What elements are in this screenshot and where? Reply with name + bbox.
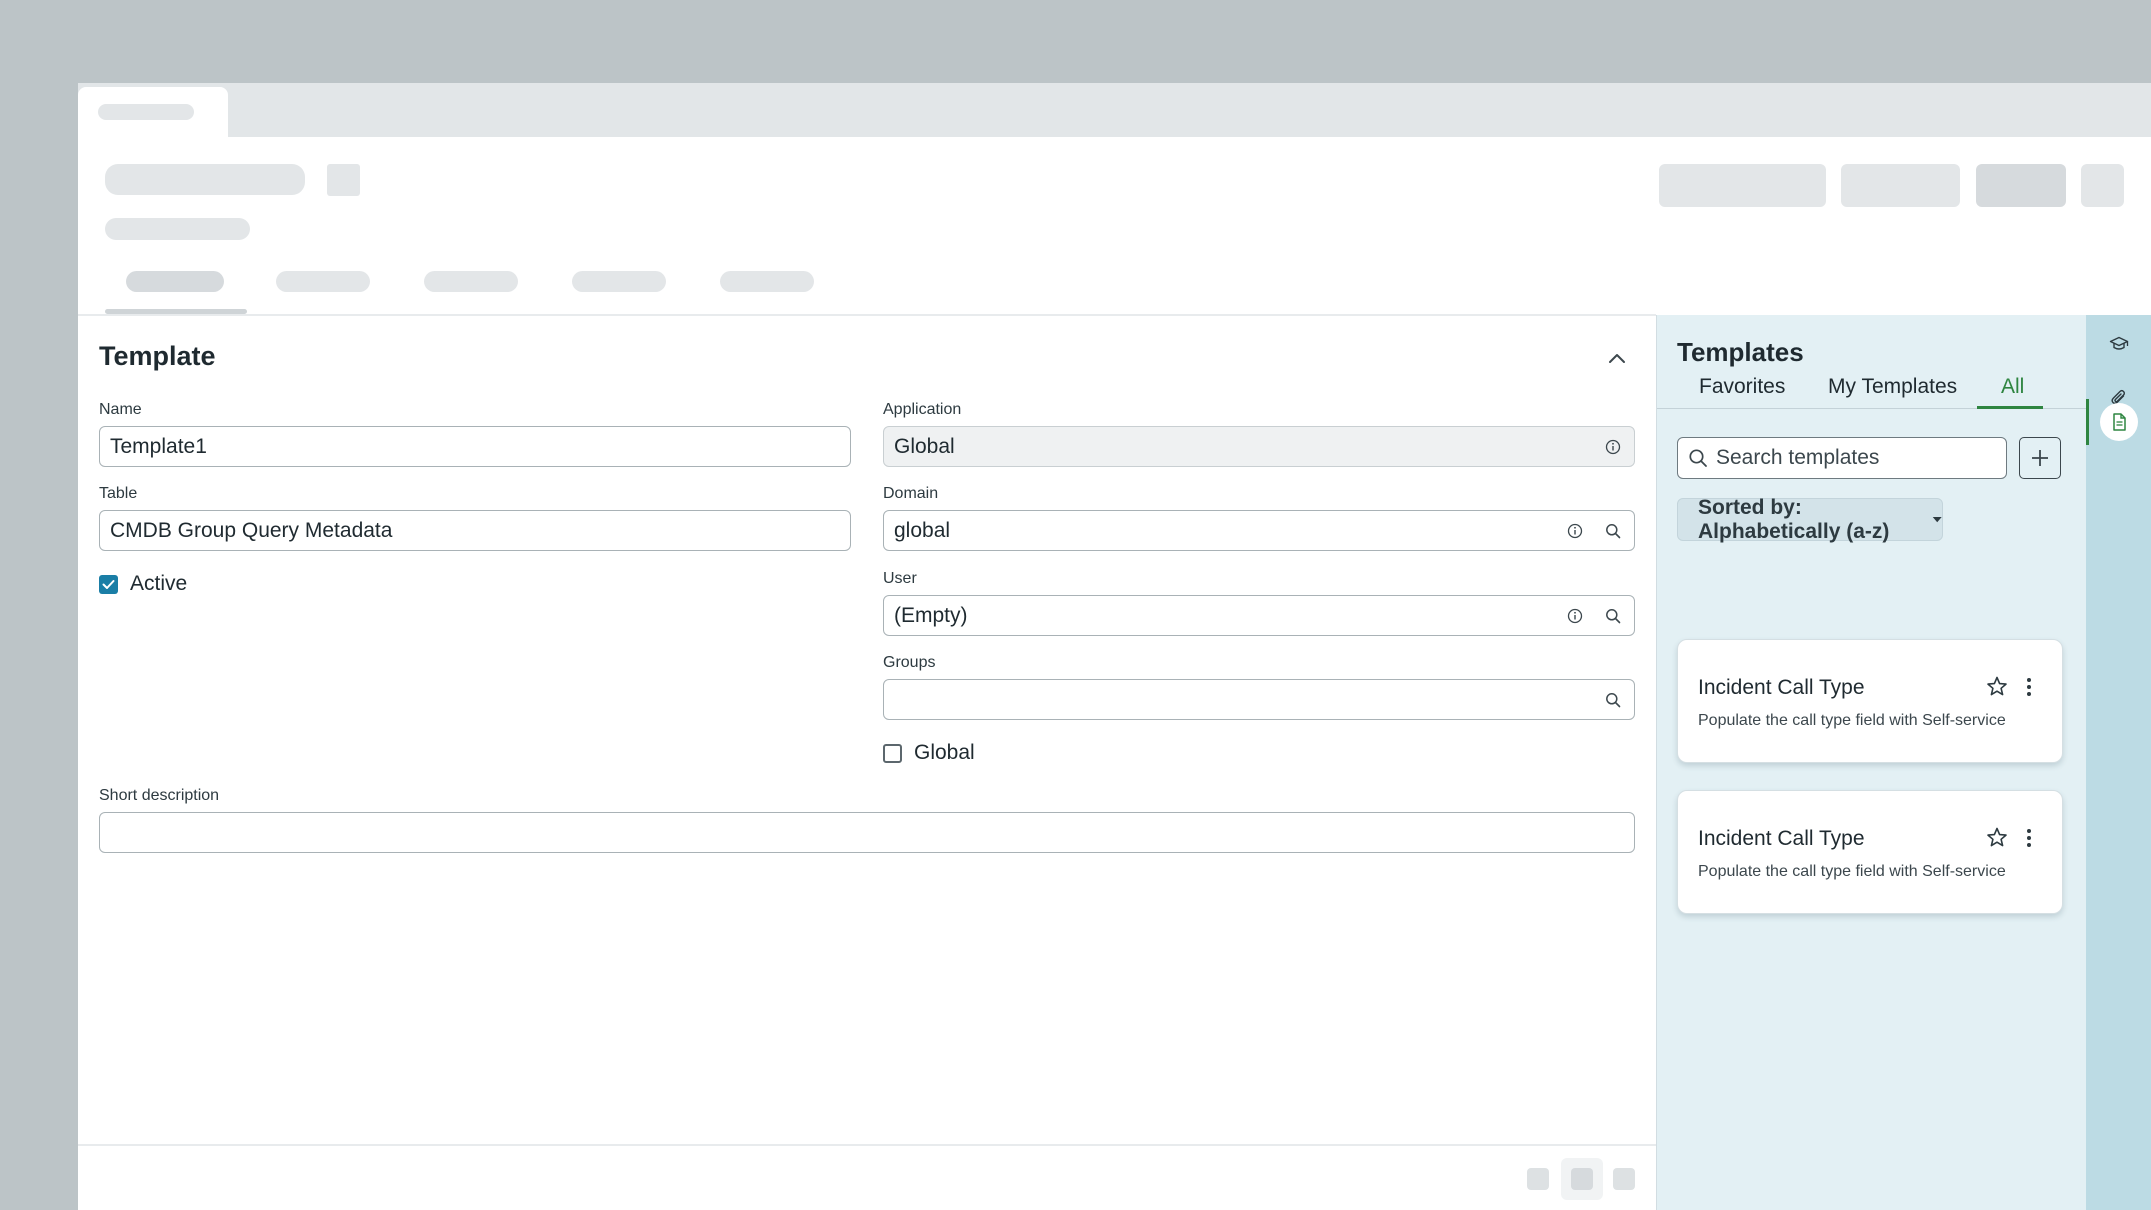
search-icon (1689, 449, 1707, 467)
search-icon[interactable] (1594, 680, 1632, 719)
header-action-button-1[interactable] (1659, 164, 1826, 207)
short-description-label: Short description (99, 787, 220, 804)
footer-divider (78, 1144, 1662, 1146)
sort-dropdown[interactable]: Sorted by: Alphabetically (a-z) (1677, 495, 1943, 543)
domain-label: Domain (883, 485, 939, 502)
search-placeholder: Search templates (1716, 446, 1880, 469)
user-field[interactable]: (Empty) (883, 595, 1635, 636)
header-more-button[interactable] (2081, 164, 2124, 207)
user-label: User (883, 570, 917, 587)
name-field[interactable]: Template1 (99, 426, 851, 467)
template-card-title: Incident Call Type (1698, 827, 1865, 850)
active-tab-placeholder[interactable] (78, 87, 228, 137)
form-section-title: Template (99, 341, 216, 371)
search-icon[interactable] (1594, 596, 1632, 635)
header-icon-placeholder[interactable] (327, 164, 360, 196)
form-tab-placeholder-1[interactable] (126, 271, 224, 292)
more-vertical-icon[interactable] (2022, 825, 2036, 851)
star-icon[interactable] (1984, 674, 2010, 700)
footer-button-3[interactable] (1613, 1168, 1635, 1190)
footer-button-2[interactable] (1561, 1158, 1603, 1200)
header-action-button-2[interactable] (1841, 164, 1960, 207)
caret-down-icon (1932, 516, 1942, 522)
global-checkbox[interactable]: Global (883, 741, 975, 765)
app-window: Template Name Template1 Table CMDB Group… (78, 83, 2151, 1210)
side-rail (2086, 315, 2151, 1210)
form-tab-placeholder-5[interactable] (720, 271, 814, 292)
table-value: CMDB Group Query Metadata (110, 518, 393, 542)
table-field[interactable]: CMDB Group Query Metadata (99, 510, 851, 551)
chevron-up-icon (1609, 354, 1625, 363)
checkbox-unchecked-icon (883, 743, 902, 763)
table-label: Table (99, 485, 138, 502)
domain-field[interactable]: global (883, 510, 1635, 551)
record-subtitle-placeholder (105, 218, 250, 240)
template-card-description: Populate the call type field with Self-s… (1698, 712, 2006, 729)
name-value: Template1 (110, 434, 207, 458)
form-tab-placeholder-4[interactable] (572, 271, 666, 292)
templates-panel: Templates Favorites My Templates All Sea… (1656, 315, 2087, 1210)
tab-favorites[interactable]: Favorites (1699, 375, 1785, 399)
document-icon[interactable] (2100, 403, 2138, 441)
application-label: Application (883, 401, 962, 418)
search-templates-input[interactable]: Search templates (1677, 437, 2007, 479)
star-icon[interactable] (1984, 825, 2010, 851)
plus-icon (2032, 450, 2048, 466)
template-card[interactable]: Incident Call Type Populate the call typ… (1677, 790, 2063, 914)
header-action-button-3[interactable] (1976, 164, 2066, 207)
header-divider (78, 314, 1656, 316)
rail-selected-indicator (2086, 399, 2089, 445)
user-value: (Empty) (894, 603, 968, 627)
application-value: Global (894, 434, 955, 458)
active-checkbox[interactable]: Active (99, 572, 187, 596)
short-description-field[interactable] (99, 812, 1635, 853)
domain-value: global (894, 518, 951, 542)
tab-title-placeholder (98, 104, 194, 120)
application-field: Global (883, 426, 1635, 467)
checkbox-checked-icon (99, 574, 118, 594)
templates-panel-title: Templates (1677, 337, 1804, 367)
record-title-placeholder (105, 164, 305, 195)
selected-tab-indicator (1977, 406, 2043, 409)
tab-all[interactable]: All (2001, 375, 2024, 399)
tab-strip (78, 83, 2151, 137)
collapse-section-button[interactable] (1602, 343, 1632, 373)
form-tab-placeholder-3[interactable] (424, 271, 518, 292)
info-icon[interactable] (1556, 511, 1594, 550)
template-card-description: Populate the call type field with Self-s… (1698, 863, 2006, 880)
search-icon[interactable] (1594, 511, 1632, 550)
footer-button-1[interactable] (1527, 1168, 1549, 1190)
form-tab-placeholder-2[interactable] (276, 271, 370, 292)
template-card[interactable]: Incident Call Type Populate the call typ… (1677, 639, 2063, 763)
info-icon[interactable] (1556, 596, 1594, 635)
active-label: Active (130, 572, 188, 595)
template-card-title: Incident Call Type (1698, 676, 1865, 699)
name-label: Name (99, 401, 142, 418)
add-template-button[interactable] (2019, 437, 2061, 479)
tab-my-templates[interactable]: My Templates (1828, 375, 1957, 399)
info-icon[interactable] (1594, 427, 1632, 466)
groups-label: Groups (883, 654, 936, 671)
global-label: Global (914, 741, 975, 764)
graduation-cap-icon[interactable] (2104, 329, 2134, 359)
groups-field[interactable] (883, 679, 1635, 720)
sort-label: Sorted by: Alphabetically (a-z) (1698, 495, 1890, 543)
more-vertical-icon[interactable] (2022, 674, 2036, 700)
